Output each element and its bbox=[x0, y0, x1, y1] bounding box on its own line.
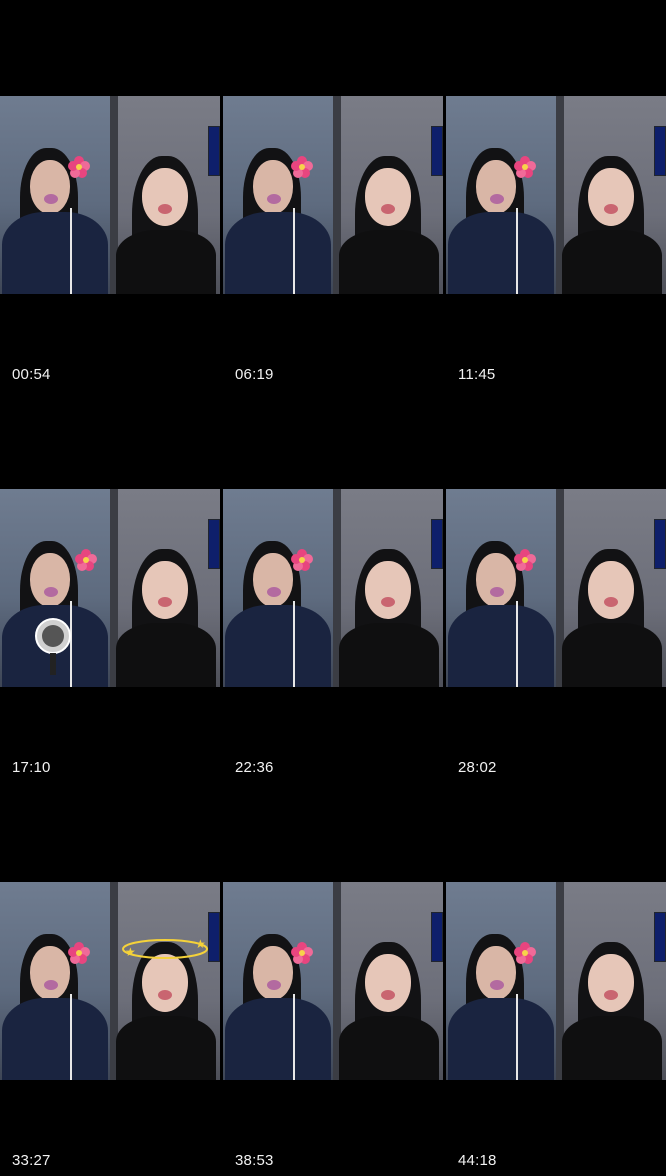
right-participant-view bbox=[333, 489, 443, 687]
timestamp-label: 33:27 bbox=[12, 1152, 51, 1169]
flower-icon bbox=[514, 156, 536, 178]
video-frame: ★ ★ bbox=[0, 882, 220, 1080]
left-participant-view bbox=[223, 96, 333, 294]
video-thumbnail[interactable]: 38:53 bbox=[223, 786, 443, 1176]
flower-icon bbox=[68, 156, 90, 178]
video-thumbnail[interactable]: 11:45 bbox=[446, 0, 666, 390]
flower-icon bbox=[291, 549, 313, 571]
video-thumbnail[interactable]: ★ ★ 33:27 bbox=[0, 786, 220, 1176]
timestamp-label: 28:02 bbox=[458, 759, 497, 776]
flower-icon bbox=[514, 549, 536, 571]
video-thumbnail[interactable]: 22:36 bbox=[223, 393, 443, 783]
flower-icon bbox=[75, 549, 97, 571]
tv-screen bbox=[431, 912, 443, 962]
video-thumbnail[interactable]: 00:54 bbox=[0, 0, 220, 390]
video-thumbnail[interactable]: 06:19 bbox=[223, 0, 443, 390]
left-participant-view bbox=[0, 489, 110, 687]
video-frame bbox=[0, 96, 220, 294]
timestamp-label: 17:10 bbox=[12, 759, 51, 776]
right-participant-view bbox=[333, 96, 443, 294]
video-frame bbox=[223, 882, 443, 1080]
svg-text:★: ★ bbox=[195, 937, 206, 951]
left-participant-view bbox=[446, 96, 556, 294]
tv-screen bbox=[654, 126, 666, 176]
flower-icon bbox=[291, 156, 313, 178]
video-frame bbox=[0, 489, 220, 687]
left-participant-view bbox=[446, 882, 556, 1080]
video-thumbnail[interactable]: 17:10 bbox=[0, 393, 220, 783]
right-participant-view: ★ ★ bbox=[110, 882, 220, 1080]
video-frame bbox=[223, 489, 443, 687]
tv-screen bbox=[208, 126, 220, 176]
left-participant-view bbox=[223, 489, 333, 687]
tv-screen bbox=[208, 519, 220, 569]
left-participant-view bbox=[0, 96, 110, 294]
timestamp-label: 44:18 bbox=[458, 1152, 497, 1169]
flower-icon bbox=[514, 942, 536, 964]
flower-icon bbox=[291, 942, 313, 964]
left-participant-view bbox=[0, 882, 110, 1080]
right-participant-view bbox=[556, 489, 666, 687]
microphone-icon bbox=[34, 617, 72, 682]
timestamp-label: 22:36 bbox=[235, 759, 274, 776]
timestamp-label: 11:45 bbox=[458, 366, 496, 383]
tv-screen bbox=[654, 912, 666, 962]
right-participant-view bbox=[333, 882, 443, 1080]
timestamp-label: 00:54 bbox=[12, 366, 51, 383]
flower-icon bbox=[68, 942, 90, 964]
video-thumbnail-grid: 00:54 06:19 11:45 17:10 22:36 28:02 ★ ★ 33:27 38:… bbox=[0, 0, 666, 1176]
video-frame bbox=[223, 96, 443, 294]
right-participant-view bbox=[556, 96, 666, 294]
timestamp-label: 38:53 bbox=[235, 1152, 274, 1169]
video-frame bbox=[446, 882, 666, 1080]
video-thumbnail[interactable]: 28:02 bbox=[446, 393, 666, 783]
left-participant-view bbox=[223, 882, 333, 1080]
tv-screen bbox=[654, 519, 666, 569]
tv-screen bbox=[431, 519, 443, 569]
video-thumbnail[interactable]: 44:18 bbox=[446, 786, 666, 1176]
video-frame bbox=[446, 489, 666, 687]
halo-stars-icon: ★ ★ bbox=[119, 934, 211, 969]
timestamp-label: 06:19 bbox=[235, 366, 274, 383]
video-frame bbox=[446, 96, 666, 294]
left-participant-view bbox=[446, 489, 556, 687]
right-participant-view bbox=[110, 489, 220, 687]
tv-screen bbox=[431, 126, 443, 176]
right-participant-view bbox=[556, 882, 666, 1080]
right-participant-view bbox=[110, 96, 220, 294]
svg-text:★: ★ bbox=[125, 945, 136, 959]
